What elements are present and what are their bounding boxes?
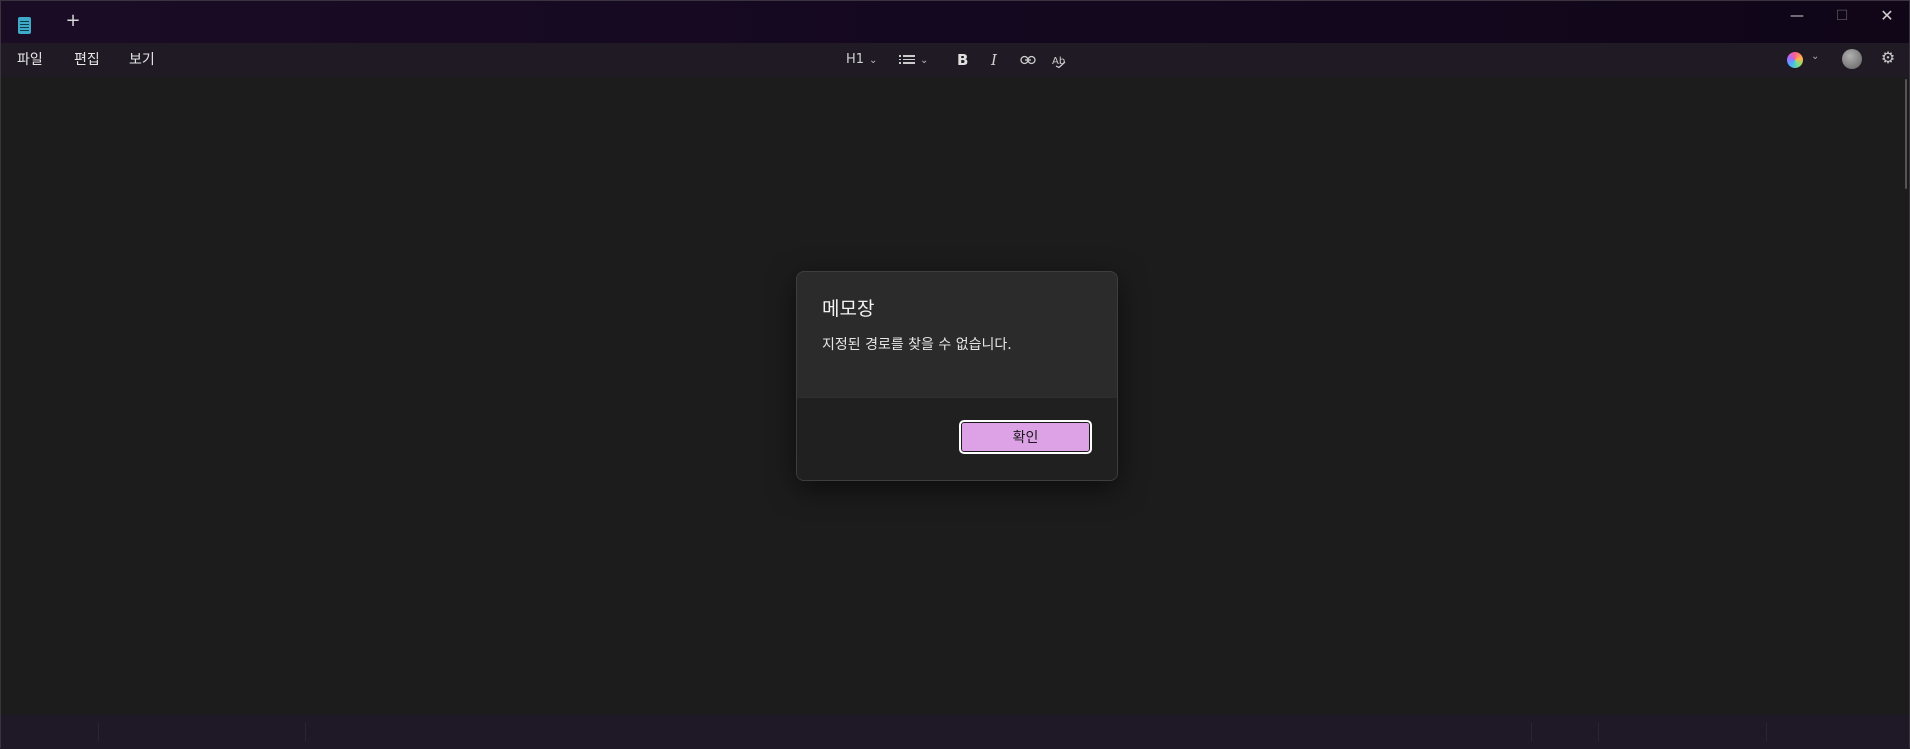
italic-button[interactable]: I — [991, 49, 997, 71]
dialog-message: 지정된 경로를 찾을 수 없습니다. — [822, 337, 1012, 353]
dialog-footer: 확인 — [797, 397, 1117, 480]
link-icon — [1020, 55, 1036, 65]
menu-view[interactable]: 보기 — [127, 49, 157, 71]
notepad-icon — [18, 17, 31, 34]
status-divider — [1598, 723, 1599, 741]
spellcheck-icon: Ab — [1052, 56, 1066, 68]
link-button[interactable] — [1020, 49, 1036, 71]
notepad-window: + — ☐ ✕ 파일 편집 보기 H1 ⌄ ⌄ B I Ab ⌄ ⚙ 메모장 지… — [0, 0, 1910, 749]
chevron-down-icon: ⌄ — [920, 55, 929, 66]
copilot-icon[interactable] — [1787, 52, 1803, 68]
title-bar: + — ☐ ✕ — [1, 1, 1909, 43]
list-icon — [899, 53, 915, 66]
menu-file[interactable]: 파일 — [15, 49, 45, 71]
avatar[interactable] — [1842, 49, 1862, 69]
settings-gear-icon[interactable]: ⚙ — [1878, 48, 1898, 68]
status-divider — [1766, 723, 1767, 741]
ok-button[interactable]: 확인 — [959, 420, 1092, 454]
close-button[interactable]: ✕ — [1864, 1, 1910, 33]
minimize-button[interactable]: — — [1774, 1, 1820, 33]
dialog-title: 메모장 — [822, 298, 875, 320]
heading-label: H1 — [846, 52, 865, 67]
error-dialog: 메모장 지정된 경로를 찾을 수 없습니다. 확인 — [796, 271, 1118, 481]
status-divider — [98, 723, 99, 741]
svg-text:Ab: Ab — [1052, 56, 1065, 67]
maximize-button[interactable]: ☐ — [1819, 1, 1865, 33]
chevron-down-icon: ⌄ — [869, 55, 878, 66]
status-divider — [1531, 723, 1532, 741]
list-dropdown[interactable]: ⌄ — [899, 49, 929, 71]
menu-bar: 파일 편집 보기 H1 ⌄ ⌄ B I Ab — [1, 43, 1909, 77]
status-bar — [1, 715, 1909, 749]
chevron-down-icon[interactable]: ⌄ — [1811, 51, 1819, 62]
bold-button[interactable]: B — [957, 49, 968, 71]
vertical-scrollbar[interactable] — [1905, 79, 1907, 189]
spellcheck-button[interactable]: Ab — [1052, 49, 1068, 71]
new-tab-button[interactable]: + — [61, 9, 85, 33]
status-divider — [305, 723, 306, 741]
menu-edit[interactable]: 편집 — [72, 49, 102, 71]
heading-dropdown[interactable]: H1 ⌄ — [846, 49, 877, 71]
